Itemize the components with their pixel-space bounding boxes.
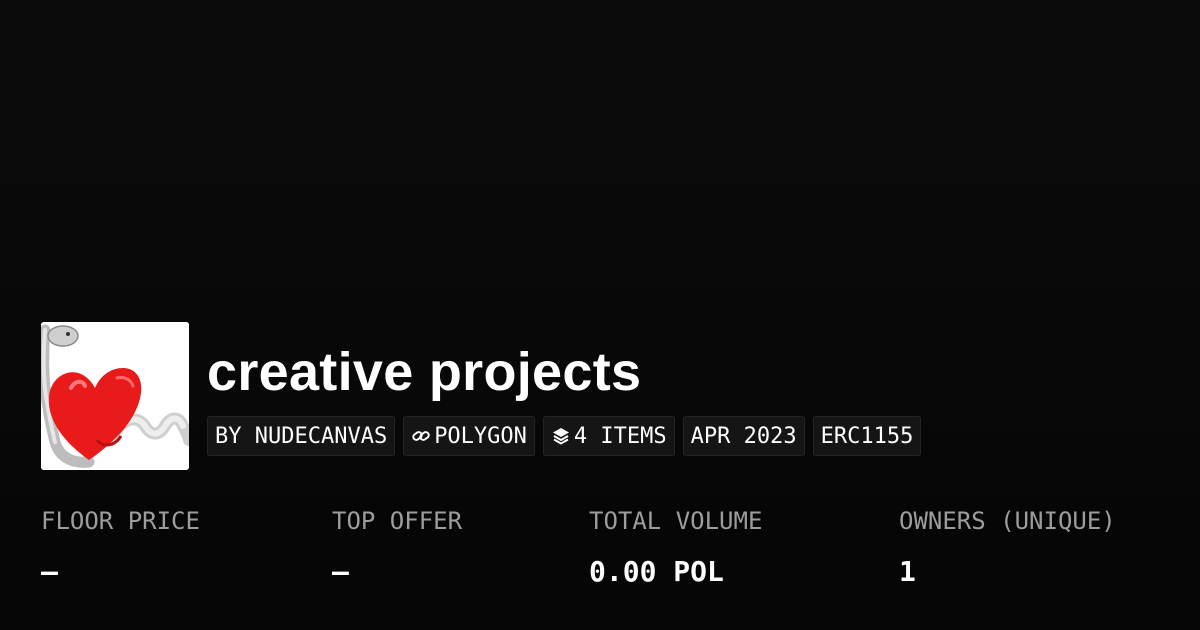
- collection-avatar[interactable]: [41, 322, 189, 470]
- items-chip[interactable]: 4 ITEMS: [542, 416, 675, 456]
- chain-chip[interactable]: POLYGON: [403, 416, 535, 456]
- standard-chip: ERC1155: [812, 416, 922, 456]
- items-label: 4 ITEMS: [573, 423, 667, 449]
- stat-top-offer: TOP OFFER –: [332, 504, 462, 592]
- chain-label: POLYGON: [434, 423, 527, 449]
- collection-stats: FLOOR PRICE – TOP OFFER – TOTAL VOLUME 0…: [0, 504, 1200, 604]
- creator-chip[interactable]: BY NUDECANVAS: [207, 416, 396, 456]
- creator-label: BY NUDECANVAS: [215, 423, 388, 449]
- stat-owners: OWNERS (UNIQUE) 1: [899, 504, 1116, 592]
- stat-label: FLOOR PRICE: [41, 507, 200, 535]
- collection-title: creative projects: [207, 342, 642, 402]
- collection-chips: BY NUDECANVAS POLYGON 4 ITEMS APR 2023 E…: [207, 416, 922, 456]
- stat-value: –: [332, 555, 349, 588]
- stat-value: –: [41, 555, 58, 588]
- stat-value: 1: [899, 555, 916, 588]
- stat-label: OWNERS (UNIQUE): [899, 507, 1116, 535]
- stat-label: TOP OFFER: [332, 507, 463, 535]
- standard-label: ERC1155: [820, 423, 914, 449]
- heart-snake-artwork-icon: [41, 322, 189, 470]
- stat-label: TOTAL VOLUME: [589, 507, 763, 535]
- date-label: APR 2023: [690, 423, 797, 449]
- date-chip: APR 2023: [682, 416, 805, 456]
- layers-icon: [551, 426, 571, 446]
- collection-header: creative projects BY NUDECANVAS POLYGON: [41, 322, 922, 470]
- title-area: creative projects BY NUDECANVAS POLYGON: [207, 322, 922, 456]
- stat-total-volume: TOTAL VOLUME 0.00 POL: [589, 504, 762, 592]
- link-icon: [411, 426, 431, 446]
- stat-floor-price: FLOOR PRICE –: [41, 504, 200, 592]
- stat-value: 0.00 POL: [589, 555, 724, 588]
